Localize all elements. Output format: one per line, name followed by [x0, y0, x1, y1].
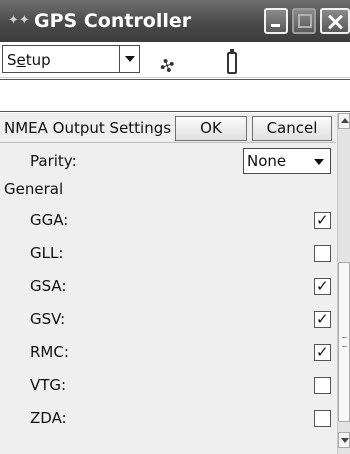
checkmark-icon: ✓ [316, 211, 329, 229]
section-general: General [4, 180, 64, 198]
zda-label: ZDA: [30, 409, 67, 427]
gsa-label: GSA: [30, 277, 67, 295]
vtg-checkbox[interactable] [314, 377, 331, 394]
checkmark-icon: ✓ [316, 277, 329, 295]
chevron-down-icon[interactable] [314, 159, 324, 165]
close-button[interactable] [320, 8, 350, 34]
satellite-app-icon: ✦✦ [8, 13, 30, 28]
parity-label: Parity: [30, 152, 77, 170]
checkmark-icon: ✓ [316, 310, 329, 328]
combo-divider [119, 46, 120, 72]
rmc-label: RMC: [30, 343, 69, 361]
panel-title: NMEA Output Settings [4, 119, 172, 137]
gll-checkbox[interactable] [314, 245, 331, 262]
parity-select[interactable]: None [243, 148, 331, 174]
gga-checkbox[interactable]: ✓ [314, 211, 331, 229]
cancel-button[interactable]: Cancel [252, 116, 332, 141]
gsa-checkbox[interactable]: ✓ [314, 277, 331, 295]
ok-button[interactable]: OK [175, 116, 247, 141]
setup-menu-dropdown[interactable]: Setup [2, 45, 140, 73]
zda-checkbox[interactable] [314, 410, 331, 427]
minimize-button[interactable] [264, 8, 288, 34]
scroll-down-icon[interactable] [338, 432, 350, 448]
scrollbar-thumb[interactable] [338, 262, 350, 422]
parity-value: None [247, 152, 287, 170]
window-title: GPS Controller [34, 10, 192, 32]
gll-label: GLL: [30, 244, 64, 262]
vtg-label: VTG: [30, 376, 67, 394]
scroll-up-icon[interactable] [338, 113, 350, 129]
chevron-down-icon[interactable] [125, 56, 135, 62]
rmc-checkbox[interactable]: ✓ [314, 343, 331, 361]
gsv-checkbox[interactable]: ✓ [314, 310, 331, 328]
status-strip [0, 79, 350, 112]
setup-menu-label: Setup [7, 51, 51, 69]
battery-icon[interactable] [227, 49, 237, 74]
gsv-label: GSV: [30, 310, 66, 328]
gga-label: GGA: [30, 211, 69, 229]
maximize-button[interactable] [292, 8, 316, 34]
checkmark-icon: ✓ [316, 343, 329, 361]
